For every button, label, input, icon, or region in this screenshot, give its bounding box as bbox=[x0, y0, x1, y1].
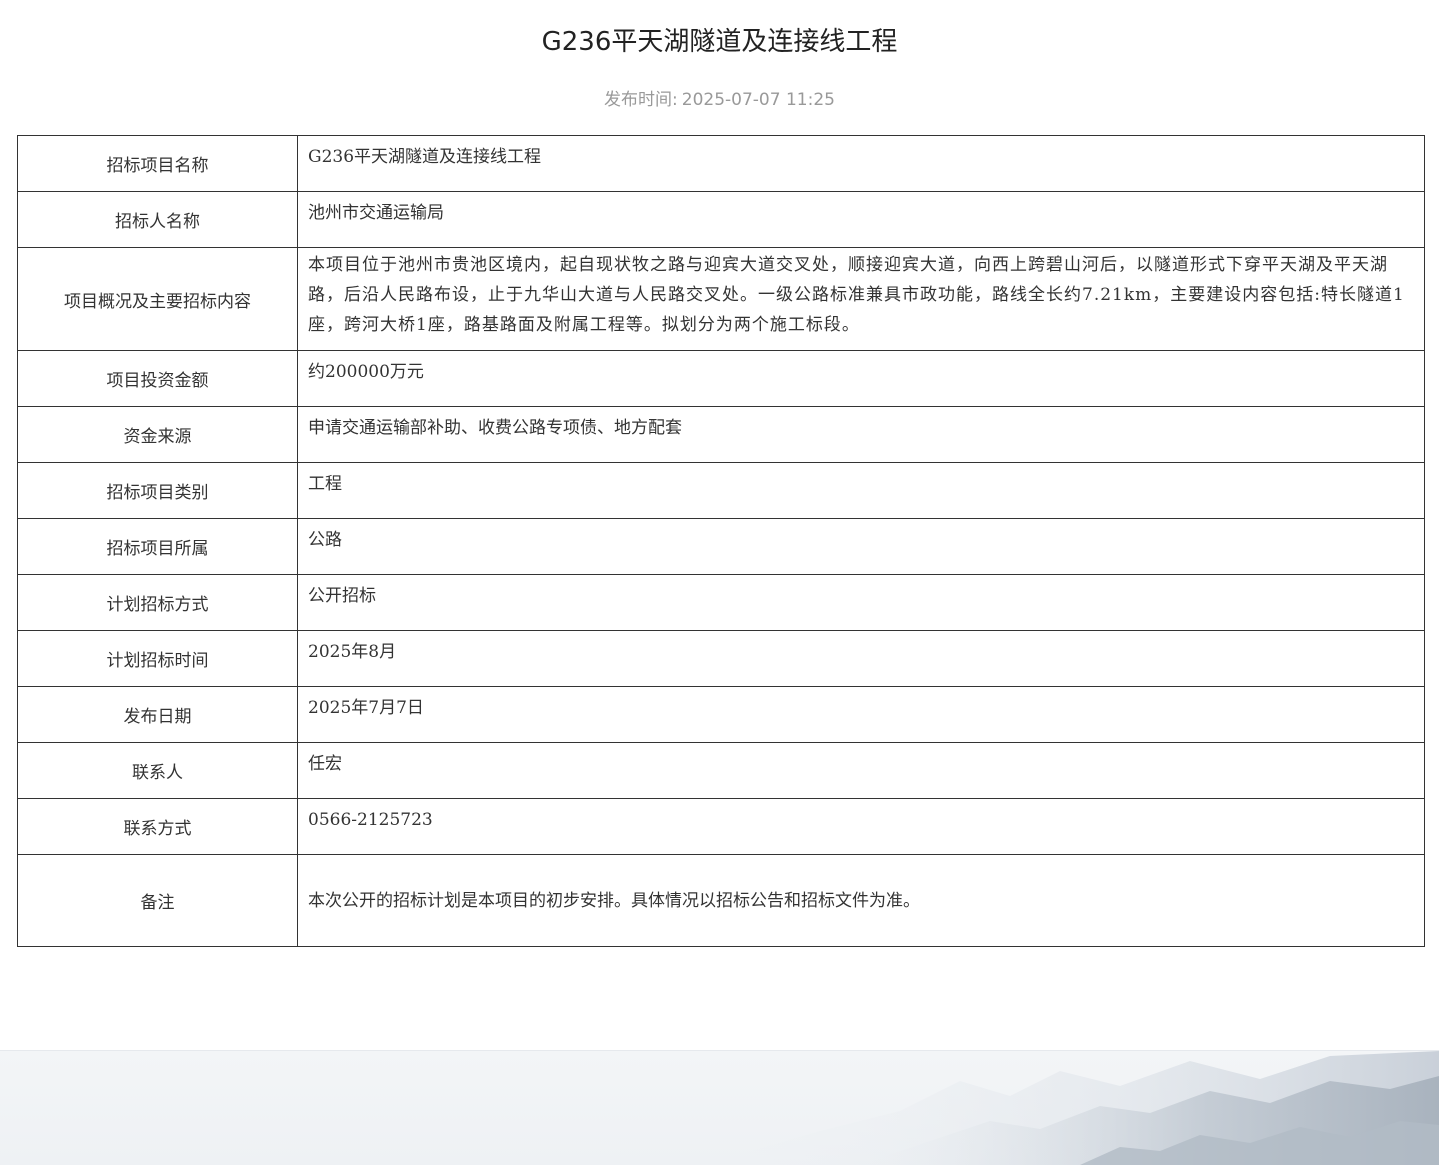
table-row: 资金来源 申请交通运输部补助、收费公路专项债、地方配套 bbox=[17, 406, 1425, 463]
row-label: 联系方式 bbox=[123, 819, 192, 839]
row-label-cell: 资金来源 bbox=[17, 406, 298, 463]
funding-source-value: 申请交通运输部补助、收费公路专项债、地方配套 bbox=[308, 418, 682, 438]
table-row: 招标项目名称 G236平天湖隧道及连接线工程 bbox=[17, 135, 1425, 192]
row-value-cell: 申请交通运输部补助、收费公路专项债、地方配套 bbox=[297, 406, 1425, 463]
row-label: 招标人名称 bbox=[115, 212, 200, 232]
table-row: 计划招标时间 2025年8月 bbox=[17, 630, 1425, 687]
row-label-cell: 招标项目类别 bbox=[17, 462, 298, 519]
mountain-landscape-image bbox=[700, 1051, 1439, 1165]
publish-time: 发布时间: 2025-07-07 11:25 bbox=[0, 88, 1439, 112]
row-label-cell: 发布日期 bbox=[17, 686, 298, 743]
publish-time-value: 2025-07-07 11:25 bbox=[681, 90, 835, 110]
row-value-cell: 公路 bbox=[297, 518, 1425, 575]
publish-time-label: 发布时间: bbox=[604, 90, 678, 110]
row-label: 备注 bbox=[140, 893, 175, 913]
table-row: 备注 本次公开的招标计划是本项目的初步安排。具体情况以招标公告和招标文件为准。 bbox=[17, 854, 1425, 947]
project-name-value: G236平天湖隧道及连接线工程 bbox=[308, 147, 542, 167]
investment-value: 约200000万元 bbox=[308, 362, 424, 382]
table-row: 招标项目所属 公路 bbox=[17, 518, 1425, 575]
tender-method-value: 公开招标 bbox=[308, 586, 376, 606]
row-label: 招标项目名称 bbox=[106, 156, 209, 176]
contact-person-value: 任宏 bbox=[308, 754, 342, 774]
row-label: 项目投资金额 bbox=[106, 371, 209, 391]
publish-date-value: 2025年7月7日 bbox=[308, 698, 424, 718]
row-label: 招标项目所属 bbox=[106, 539, 209, 559]
row-label-cell: 联系人 bbox=[17, 742, 298, 799]
table-row: 联系人 任宏 bbox=[17, 742, 1425, 799]
row-label-cell: 计划招标时间 bbox=[17, 630, 298, 687]
project-category-value: 工程 bbox=[308, 474, 342, 494]
project-overview-value: 本项目位于池州市贵池区境内，起自现状牧之路与迎宾大道交叉处，顺接迎宾大道，向西上… bbox=[308, 255, 1405, 335]
row-value-cell: 任宏 bbox=[297, 742, 1425, 799]
row-value-cell: 工程 bbox=[297, 462, 1425, 519]
row-label-cell: 项目概况及主要招标内容 bbox=[17, 247, 298, 351]
table-row: 招标项目类别 工程 bbox=[17, 462, 1425, 519]
table-row: 发布日期 2025年7月7日 bbox=[17, 686, 1425, 743]
table-row: 项目概况及主要招标内容 本项目位于池州市贵池区境内，起自现状牧之路与迎宾大道交叉… bbox=[17, 247, 1425, 351]
row-value-cell: 0566-2125723 bbox=[297, 798, 1425, 855]
table-row: 计划招标方式 公开招标 bbox=[17, 574, 1425, 631]
table-row: 项目投资金额 约200000万元 bbox=[17, 350, 1425, 407]
row-label-cell: 计划招标方式 bbox=[17, 574, 298, 631]
row-value-cell: 2025年8月 bbox=[297, 630, 1425, 687]
row-label: 招标项目类别 bbox=[106, 483, 209, 503]
row-label: 计划招标方式 bbox=[106, 595, 209, 615]
table-row: 联系方式 0566-2125723 bbox=[17, 798, 1425, 855]
row-value-cell: 公开招标 bbox=[297, 574, 1425, 631]
row-label-cell: 招标人名称 bbox=[17, 191, 298, 248]
contact-phone-value: 0566-2125723 bbox=[308, 810, 433, 830]
row-label-cell: 项目投资金额 bbox=[17, 350, 298, 407]
row-label-cell: 联系方式 bbox=[17, 798, 298, 855]
tenderer-name-value: 池州市交通运输局 bbox=[308, 203, 444, 223]
project-sector-value: 公路 bbox=[308, 530, 342, 550]
tender-time-value: 2025年8月 bbox=[308, 642, 397, 662]
row-value-cell: G236平天湖隧道及连接线工程 bbox=[297, 135, 1425, 192]
row-value-cell: 约200000万元 bbox=[297, 350, 1425, 407]
table-row: 招标人名称 池州市交通运输局 bbox=[17, 191, 1425, 248]
row-label-cell: 招标项目所属 bbox=[17, 518, 298, 575]
row-label: 联系人 bbox=[132, 763, 183, 783]
row-value-cell: 池州市交通运输局 bbox=[297, 191, 1425, 248]
tender-info-table: 招标项目名称 G236平天湖隧道及连接线工程 招标人名称 池州市交通运输局 项目… bbox=[17, 135, 1425, 947]
row-label: 资金来源 bbox=[123, 427, 192, 447]
row-label-cell: 备注 bbox=[17, 854, 298, 947]
row-label: 发布日期 bbox=[123, 707, 192, 727]
row-label: 计划招标时间 bbox=[106, 651, 209, 671]
row-value-cell: 2025年7月7日 bbox=[297, 686, 1425, 743]
page-title: G236平天湖隧道及连接线工程 bbox=[541, 27, 898, 57]
row-value-cell: 本次公开的招标计划是本项目的初步安排。具体情况以招标公告和招标文件为准。 bbox=[297, 854, 1425, 947]
footer-landscape-background bbox=[0, 1050, 1439, 1165]
row-value-cell: 本项目位于池州市贵池区境内，起自现状牧之路与迎宾大道交叉处，顺接迎宾大道，向西上… bbox=[297, 247, 1425, 351]
remark-value: 本次公开的招标计划是本项目的初步安排。具体情况以招标公告和招标文件为准。 bbox=[308, 890, 920, 911]
row-label-cell: 招标项目名称 bbox=[17, 135, 298, 192]
row-label: 项目概况及主要招标内容 bbox=[64, 291, 251, 312]
